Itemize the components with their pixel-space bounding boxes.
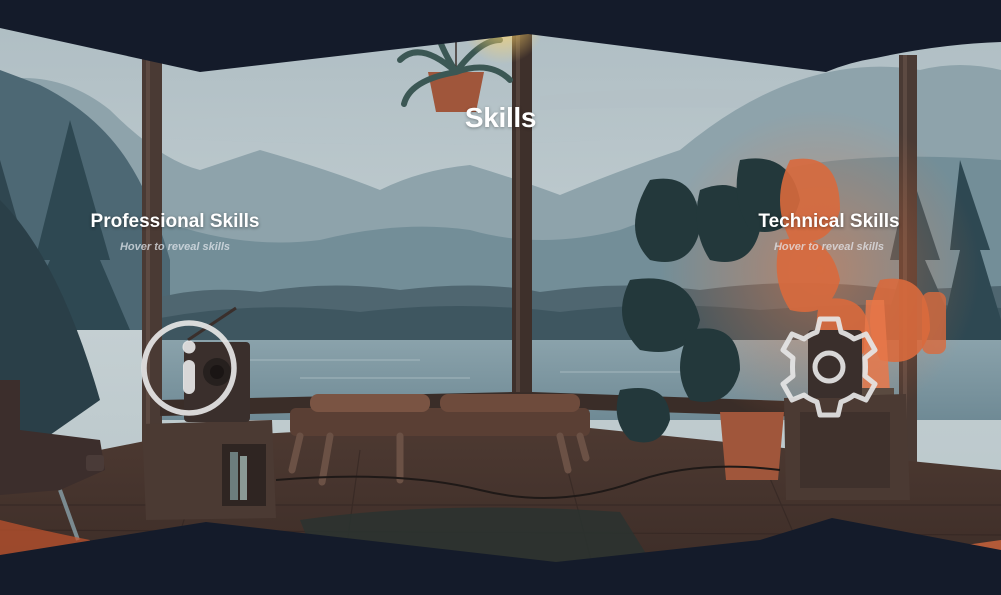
professional-skills-hint: Hover to reveal skills: [119, 241, 231, 253]
technical-skills-title: Technical Skills: [758, 211, 900, 232]
technical-skills-section[interactable]: Technical Skills Hover to reveal skills: [699, 211, 959, 253]
info-circle-icon[interactable]: [138, 317, 240, 419]
professional-skills-title: Professional Skills: [90, 211, 260, 232]
technical-skills-hint: Hover to reveal skills: [773, 241, 885, 253]
professional-skills-section[interactable]: Professional Skills Hover to reveal skil…: [45, 211, 305, 253]
page-title: Skills: [464, 102, 537, 133]
gear-icon[interactable]: [776, 314, 882, 420]
background-scene: [0, 0, 1001, 595]
